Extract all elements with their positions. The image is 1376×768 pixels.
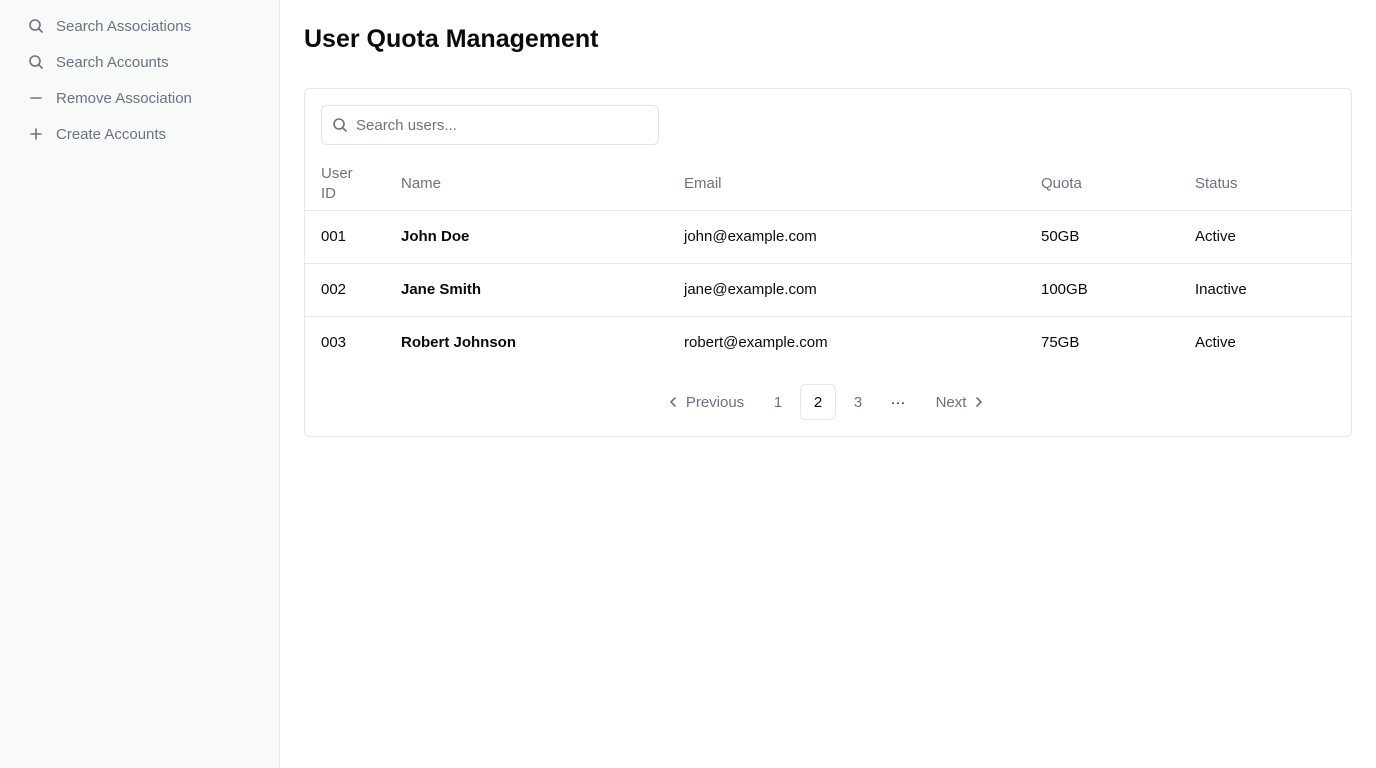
page-3-button[interactable]: 3: [840, 384, 876, 420]
page-2-button[interactable]: 2: [800, 384, 836, 420]
minus-icon: [28, 90, 44, 106]
search-box[interactable]: [321, 105, 659, 145]
cell-name: Robert Johnson: [401, 315, 684, 369]
cell-email: jane@example.com: [684, 262, 1041, 316]
cell-email: robert@example.com: [684, 315, 1041, 369]
column-header-status[interactable]: Status: [1195, 159, 1351, 210]
user-table-card: User ID Name Email Quota Status 001 John…: [304, 88, 1352, 437]
cell-user-id: 001: [305, 209, 401, 263]
cell-quota: 75GB: [1041, 315, 1195, 369]
column-header-quota[interactable]: Quota: [1041, 159, 1195, 210]
chevron-left-icon: [670, 397, 676, 407]
next-label: Next: [935, 393, 967, 411]
sidebar-item-search-associations[interactable]: Search Associations: [0, 8, 279, 44]
cell-status: Active: [1195, 315, 1351, 369]
sidebar-item-label: Create Accounts: [56, 125, 167, 143]
plus-icon: [28, 126, 44, 142]
column-header-email[interactable]: Email: [684, 159, 1041, 210]
sidebar-item-remove-association[interactable]: Remove Association: [0, 80, 279, 116]
chevron-right-icon: [976, 397, 983, 407]
sidebar-item-label: Remove Association: [56, 89, 192, 107]
table-row[interactable]: 003 Robert Johnson robert@example.com 75…: [305, 315, 1351, 369]
cell-quota: 50GB: [1041, 209, 1195, 263]
column-header-name[interactable]: Name: [401, 159, 684, 210]
search-input[interactable]: [356, 116, 646, 134]
previous-label: Previous: [685, 393, 745, 411]
cell-status: Active: [1195, 209, 1351, 263]
cell-status: Inactive: [1195, 262, 1351, 316]
cell-quota: 100GB: [1041, 262, 1195, 316]
user-table: User ID Name Email Quota Status 001 John…: [305, 159, 1351, 369]
table-row[interactable]: 002 Jane Smith jane@example.com 100GB In…: [305, 262, 1351, 316]
sidebar-item-create-accounts[interactable]: Create Accounts: [0, 116, 279, 152]
sidebar: Search Associations Search Accounts Remo…: [0, 0, 280, 768]
cell-user-id: 002: [305, 262, 401, 316]
column-header-user-id[interactable]: User ID: [305, 159, 401, 210]
table-header-row: User ID Name Email Quota Status: [305, 159, 1351, 210]
table-row[interactable]: 001 John Doe john@example.com 50GB Activ…: [305, 209, 1351, 263]
previous-page-button[interactable]: Previous: [662, 384, 748, 420]
page-1-button[interactable]: 1: [760, 384, 796, 420]
sidebar-item-label: Search Accounts: [56, 53, 169, 71]
search-icon: [28, 54, 44, 70]
cell-name: Jane Smith: [401, 262, 684, 316]
more-pages-ellipsis-icon: ···: [890, 393, 906, 411]
sidebar-item-label: Search Associations: [56, 17, 192, 35]
next-page-button[interactable]: Next: [928, 384, 994, 420]
sidebar-item-search-accounts[interactable]: Search Accounts: [0, 44, 279, 80]
search-icon: [332, 117, 348, 133]
page-title: User Quota Management: [304, 25, 599, 53]
pagination: Previous 1 2 3 ··· Next: [305, 384, 1351, 420]
cell-email: john@example.com: [684, 209, 1041, 263]
search-icon: [28, 18, 44, 34]
cell-user-id: 003: [305, 315, 401, 369]
cell-name: John Doe: [401, 209, 684, 263]
